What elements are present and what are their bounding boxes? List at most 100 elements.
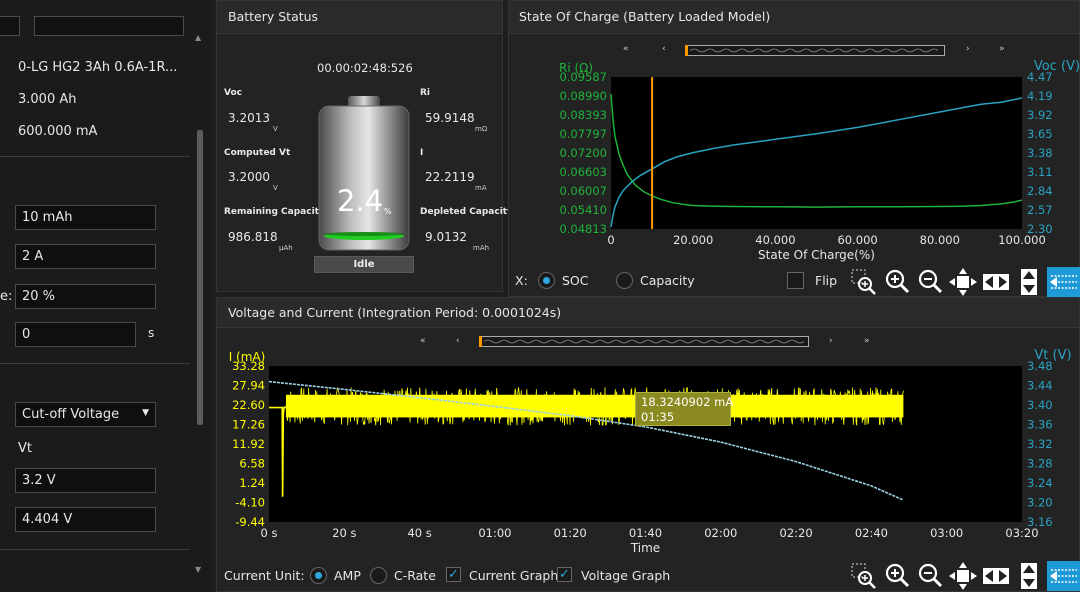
x-tick-label: 40.000 [755, 233, 795, 247]
zoom-region-icon[interactable] [849, 267, 879, 297]
zoom-in-icon[interactable] [882, 267, 912, 297]
y-right-tick-label: 3.38 [1027, 146, 1053, 160]
cutoff-select[interactable]: Cut-off Voltage ▼ [15, 402, 156, 427]
y-right-tick-label: 3.20 [1027, 496, 1053, 510]
x-tick-label: 02:00 [704, 526, 737, 540]
amp-radio-label: AMP [334, 568, 361, 583]
panel-title: Battery Status [228, 9, 319, 24]
tooltip-value: 18.3240902 mA [641, 395, 734, 409]
zoom-out-icon[interactable] [915, 267, 945, 297]
x-tick-label: 100.000 [998, 233, 1046, 247]
y-left-tick-label: 33.28 [232, 359, 265, 373]
scroll-up-icon[interactable]: ▲ [195, 33, 201, 42]
fit-vertical-icon[interactable] [1014, 561, 1044, 591]
y-right-tick-label: 3.92 [1027, 108, 1053, 122]
y-left-tick-label: 6.58 [239, 457, 265, 471]
voltage-current-chart[interactable]: I (mA) Vt (V)Time33.2827.9422.6017.2611.9… [217, 340, 1079, 560]
fit-vertical-icon[interactable] [1014, 267, 1044, 297]
x-tick-label: 01:20 [554, 526, 587, 540]
fit-all-icon[interactable] [948, 267, 978, 297]
left-header-tab[interactable] [0, 16, 20, 36]
tooltip-time: 01:35 [641, 410, 675, 424]
divider [0, 156, 190, 157]
y-right-tick-label: 2.57 [1027, 203, 1053, 217]
step-current-field[interactable]: 2 A [15, 244, 156, 269]
pan-mode-icon[interactable] [1047, 267, 1080, 297]
y-right-tick-label: 3.28 [1027, 457, 1053, 471]
x-axis-label: Time [630, 541, 660, 555]
y-left-tick-label: 0.09587 [559, 70, 607, 84]
zoom-region-icon[interactable] [849, 561, 879, 591]
soc-radio[interactable] [538, 272, 555, 289]
y-right-tick-label: 3.44 [1027, 379, 1053, 393]
remaining-unit: µAh [279, 244, 293, 252]
cutoff-select-value: Cut-off Voltage [22, 407, 120, 422]
zoom-in-icon[interactable] [882, 561, 912, 591]
amp-radio[interactable] [310, 567, 327, 584]
x-tick-label: 03:00 [930, 526, 963, 540]
y-left-tick-label: 0.05410 [559, 203, 607, 217]
time-field[interactable]: 0 [15, 322, 136, 347]
gauge-value: 2.4 [337, 184, 384, 218]
y-right-tick-label: 2.84 [1027, 184, 1053, 198]
y-right-tick-label: 3.40 [1027, 398, 1053, 412]
vt-high-field[interactable]: 4.404 V [15, 507, 156, 532]
value-tooltip: 18.3240902 mA 01:35 [635, 392, 734, 426]
current-graph-checkbox[interactable]: ✓ [446, 567, 461, 582]
x-tick-label: 60.000 [837, 233, 877, 247]
y-left-tick-label: 22.60 [232, 398, 265, 412]
left-scrollbar[interactable] [197, 130, 203, 425]
fit-all-icon[interactable] [948, 561, 978, 591]
x-tick-label: 20 s [332, 526, 356, 540]
left-header-field[interactable] [34, 16, 184, 36]
crate-radio[interactable] [370, 567, 387, 584]
current-graph-label: Current Graph [469, 568, 559, 583]
x-tick-label: 80.000 [920, 233, 960, 247]
step-capacity-field[interactable]: 10 mAh [15, 205, 156, 230]
computed-vt-value: 3.2000 [228, 170, 270, 184]
x-tick-label: 0 [607, 233, 614, 247]
x-tick-label: 03:20 [1005, 526, 1038, 540]
y-right-tick-label: 3.48 [1027, 359, 1053, 373]
y-left-tick-label: 0.08393 [559, 108, 607, 122]
zoom-out-icon[interactable] [915, 561, 945, 591]
vt-low-field[interactable]: 3.2 V [15, 468, 156, 493]
voltage-graph-checkbox[interactable]: ✓ [557, 567, 572, 582]
capacity-radio[interactable] [616, 272, 633, 289]
y-right-tick-label: 3.36 [1027, 418, 1053, 432]
flip-checkbox[interactable] [787, 272, 804, 289]
divider [0, 363, 190, 364]
y-left-tick-label: 1.24 [239, 476, 265, 490]
remaining-value: 986.818 [228, 230, 278, 244]
battery-icon [318, 96, 410, 251]
x-tick-label: 01:40 [629, 526, 662, 540]
cell-capacity: 3.000 Ah [18, 92, 77, 107]
depleted-label: Depleted Capacity [420, 207, 513, 217]
scroll-down-icon[interactable]: ▼ [195, 565, 201, 574]
fit-horizontal-icon[interactable] [981, 561, 1011, 591]
panel-title: State Of Charge (Battery Loaded Model) [519, 9, 771, 24]
capacity-radio-label: Capacity [640, 273, 695, 288]
y-left-tick-label: 0.08990 [559, 89, 607, 103]
time-unit: s [148, 326, 155, 340]
y-right-tick-label: 3.24 [1027, 476, 1053, 490]
x-axis-label: X: [515, 273, 528, 288]
x-tick-label: 01:00 [478, 526, 511, 540]
i-label: I [420, 148, 424, 158]
current-unit-label: Current Unit: [224, 568, 305, 583]
pan-mode-icon[interactable] [1047, 561, 1080, 591]
divider [0, 549, 190, 550]
rate-field[interactable]: 20 % [15, 284, 156, 309]
flip-label: Flip [815, 273, 838, 288]
crate-radio-label: C-Rate [394, 568, 436, 583]
fit-horizontal-icon[interactable] [981, 267, 1011, 297]
soc-chart[interactable]: Ri (Ω) Voc (V)State Of Charge(%)0.095870.… [509, 49, 1079, 264]
x-tick-label: 02:20 [780, 526, 813, 540]
computed-vt-label: Computed Vt [224, 148, 291, 158]
cell-name: 0-LG HG2 3Ah 0.6A-1R... [18, 60, 178, 75]
y-left-tick-label: 0.06603 [559, 165, 607, 179]
state-badge: Idle [314, 256, 414, 273]
y-right-tick-label: 3.32 [1027, 437, 1053, 451]
battery-status-panel: Battery Status 00.00:02:48:526 Voc 3.201… [216, 0, 513, 292]
y-left-tick-label: -4.10 [235, 496, 265, 510]
